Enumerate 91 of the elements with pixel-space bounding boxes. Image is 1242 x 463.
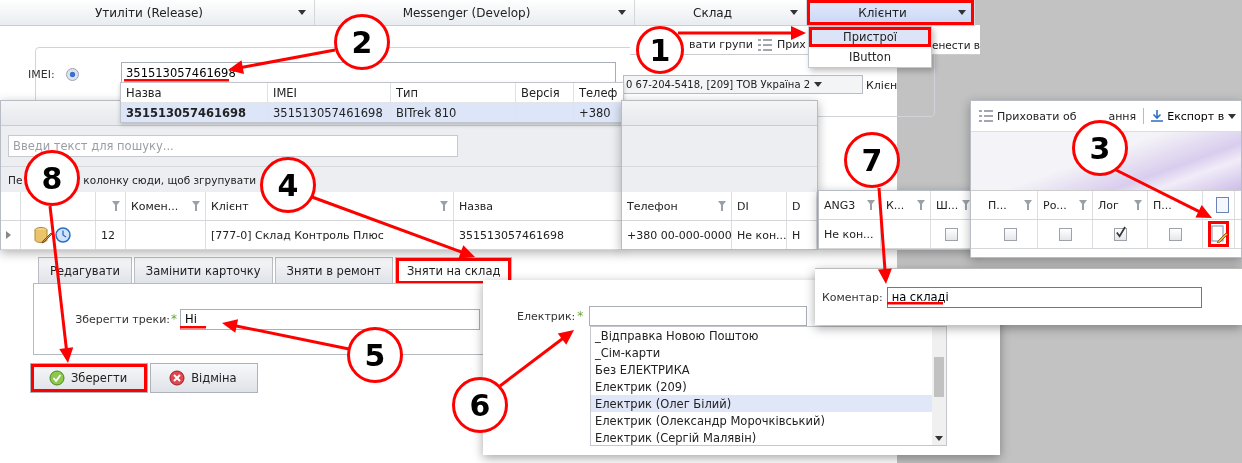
scroll-down-icon[interactable] bbox=[935, 436, 943, 441]
menu-item[interactable]: Пристрої bbox=[809, 27, 931, 47]
dropdown-option[interactable]: Електрик (Олександр Морочківський) bbox=[591, 412, 932, 429]
tab[interactable]: Зняти на склад bbox=[394, 257, 513, 284]
edit-button[interactable] bbox=[1208, 221, 1229, 247]
filter-icon[interactable] bbox=[1024, 200, 1032, 210]
table-cell: Не кон... bbox=[824, 227, 874, 241]
list-icon[interactable] bbox=[757, 39, 772, 51]
cancel-button[interactable]: Відміна bbox=[150, 363, 258, 393]
electrician-field[interactable] bbox=[589, 306, 808, 326]
dropdown-option[interactable]: _Відправка Новою Поштою bbox=[591, 327, 932, 344]
filter-icon[interactable] bbox=[867, 200, 875, 210]
column-header: Назва bbox=[121, 83, 268, 102]
check-icon bbox=[49, 370, 65, 386]
column-header[interactable]: Комен... bbox=[126, 192, 206, 220]
filter-icon[interactable] bbox=[718, 201, 726, 211]
dropdown-option[interactable]: Електрик (Сергій Малявін) bbox=[591, 429, 932, 446]
filter-icon[interactable] bbox=[440, 201, 448, 211]
column-header[interactable]: D bbox=[787, 192, 817, 220]
table-cell: Не кон... bbox=[737, 228, 786, 242]
select-all-icon[interactable] bbox=[1216, 197, 1229, 213]
list-icon[interactable] bbox=[979, 110, 993, 122]
column-header[interactable]: К... bbox=[881, 191, 931, 219]
group-hint: колонку сюди, щоб згрупувати bbox=[83, 173, 257, 186]
checkbox[interactable] bbox=[1003, 227, 1017, 241]
menu-item[interactable]: Клієнти bbox=[807, 0, 975, 25]
save-tracks-label: Зберегти треки: bbox=[75, 312, 170, 326]
caret-icon bbox=[790, 10, 798, 15]
column-header[interactable]: Лог bbox=[1093, 191, 1148, 219]
client-label: Клієн bbox=[866, 79, 898, 92]
column-header: IMEI bbox=[268, 83, 391, 102]
dropdown-option[interactable]: Електрик (209) bbox=[591, 378, 932, 395]
column-header[interactable]: Ро... bbox=[1038, 191, 1093, 219]
caret-icon bbox=[1228, 113, 1237, 119]
database-pencil-icon[interactable] bbox=[34, 226, 52, 244]
caret-icon bbox=[618, 10, 626, 15]
save-button[interactable]: Зберегти bbox=[30, 363, 149, 393]
client-combobox[interactable]: 0 67-204-5418, [209] ТОВ Україна 2 bbox=[623, 75, 863, 94]
tab[interactable]: Замінити карточку bbox=[133, 257, 273, 284]
checkbox[interactable] bbox=[1168, 227, 1182, 241]
menu-item[interactable]: Утиліти (Release) bbox=[0, 0, 315, 25]
checkbox[interactable] bbox=[1113, 227, 1127, 241]
tab[interactable]: Зняти в ремонт bbox=[274, 257, 393, 284]
filter-icon[interactable] bbox=[1134, 200, 1142, 210]
download-icon bbox=[1151, 110, 1164, 122]
expand-icon[interactable] bbox=[6, 231, 11, 239]
checkbox[interactable] bbox=[945, 227, 958, 241]
table-cell: [777-0] Склад Контроль Плюс bbox=[211, 228, 384, 242]
comment-label: Коментар: bbox=[822, 290, 883, 304]
filter-icon[interactable] bbox=[917, 200, 925, 210]
scrollbar-thumb[interactable] bbox=[934, 357, 944, 397]
imei-label: IMEI: bbox=[28, 68, 55, 81]
caret-icon bbox=[958, 10, 966, 15]
column-header[interactable]: DI bbox=[732, 192, 787, 220]
table-cell: +380 00-000-0000 bbox=[627, 228, 731, 242]
group-toggle-text[interactable]: вати групи bbox=[689, 38, 753, 51]
hide-grouping-text[interactable]: ання bbox=[1108, 109, 1137, 123]
column-header[interactable]: Телефон bbox=[622, 192, 732, 220]
dropdown-option[interactable]: _Сім-карти bbox=[591, 344, 932, 361]
checkbox[interactable] bbox=[1058, 227, 1072, 241]
column-header[interactable]: ANG3 bbox=[819, 191, 881, 219]
required-mark: * bbox=[171, 312, 177, 326]
electrician-label: Електрик: bbox=[517, 309, 576, 323]
caret-icon bbox=[814, 82, 823, 87]
cancel-icon bbox=[169, 370, 186, 386]
suggestion-row[interactable]: 351513057461698 351513057461698 BITrek 810 +380 bbox=[121, 103, 623, 122]
filter-icon[interactable] bbox=[1079, 200, 1087, 210]
caret-icon bbox=[298, 10, 306, 15]
table-cell: 12 bbox=[101, 228, 115, 242]
filter-icon[interactable] bbox=[192, 201, 200, 211]
dropdown-option[interactable]: Без ЕЛЕКТРИКА bbox=[591, 361, 932, 378]
column-header[interactable]: П... bbox=[983, 191, 1038, 219]
radio-icon[interactable] bbox=[66, 68, 79, 81]
dropdown-option[interactable]: Електрик (Олег Білий) bbox=[591, 395, 932, 412]
group-hint: Пе bbox=[8, 173, 23, 186]
table-cell: 351513057461698 bbox=[459, 228, 564, 242]
move-text[interactable]: енести в bbox=[931, 39, 980, 51]
column-header: Тип bbox=[391, 83, 516, 102]
required-mark: * bbox=[577, 309, 584, 323]
hide-text[interactable]: Прих bbox=[776, 38, 806, 51]
save-tracks-field[interactable]: Ні bbox=[180, 308, 480, 330]
clock-icon[interactable] bbox=[55, 227, 71, 243]
hide-grouping-text[interactable]: Приховати об bbox=[997, 109, 1077, 123]
table-cell: Н bbox=[792, 228, 801, 242]
filter-icon[interactable] bbox=[112, 201, 120, 211]
column-header: Версія bbox=[516, 83, 574, 102]
menu-item[interactable]: IButton bbox=[809, 47, 931, 67]
export-button[interactable]: Експорт в bbox=[1151, 109, 1225, 123]
column-header: Телеф bbox=[578, 84, 619, 102]
scrollbar[interactable] bbox=[932, 327, 946, 445]
comment-field[interactable]: на складі bbox=[886, 286, 1202, 308]
